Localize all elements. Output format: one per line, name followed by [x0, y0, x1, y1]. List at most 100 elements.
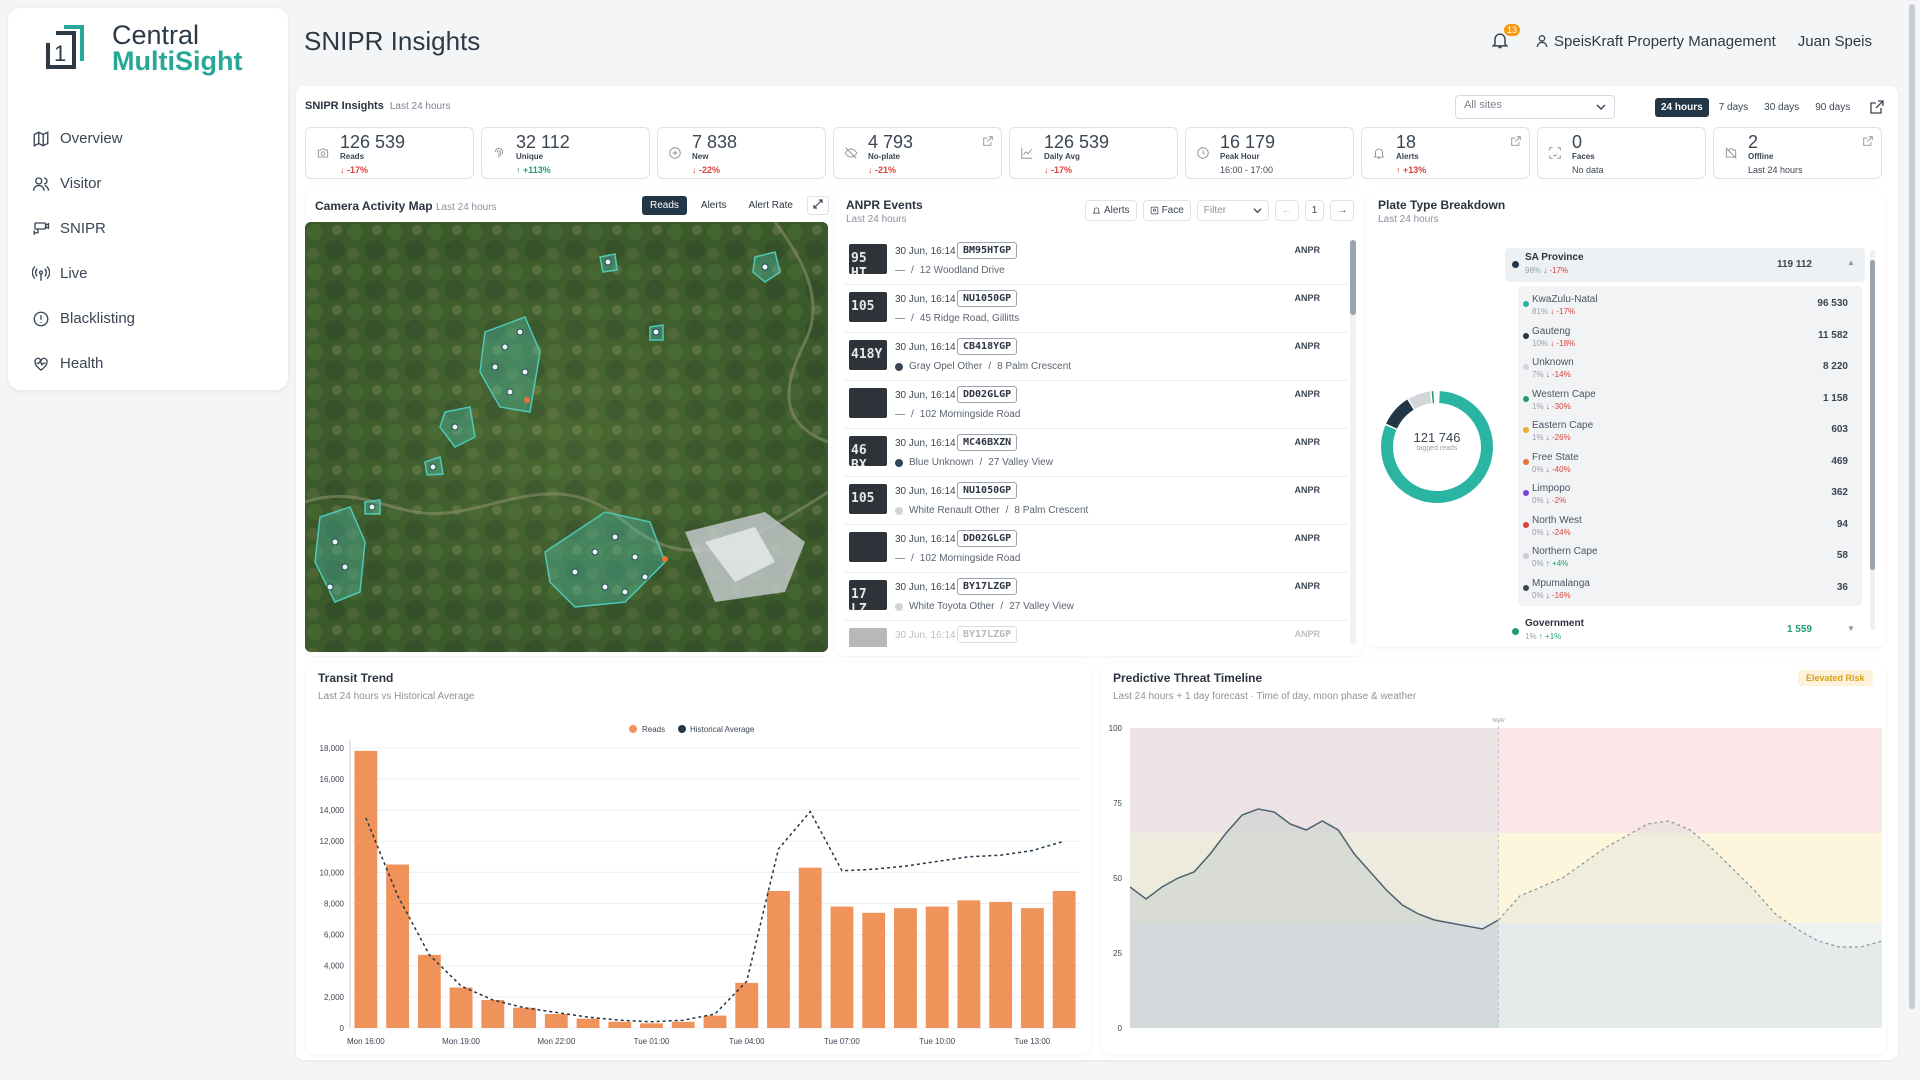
- anpr-event-row[interactable]: 418Y 30 Jun, 16:14 CB418YGP Gray Opel Other…: [843, 333, 1348, 381]
- next-page-button[interactable]: →: [1330, 200, 1355, 221]
- plate-scrollbar-thumb[interactable]: [1870, 260, 1875, 570]
- anpr-event-row[interactable]: 17 LZ 30 Jun, 16:14 BY17LZGP White Toyota O…: [843, 573, 1348, 621]
- external-link-icon[interactable]: [983, 136, 993, 146]
- reads-bar[interactable]: [481, 999, 505, 1028]
- reads-bar[interactable]: [449, 987, 473, 1028]
- kpi-card-offline[interactable]: 2 Offline Last 24 hours: [1713, 127, 1882, 179]
- range-90d[interactable]: 90 days: [1809, 98, 1856, 117]
- expand-icon[interactable]: ▼: [1847, 624, 1855, 633]
- insights-subtitle: Last 24 hours: [389, 101, 451, 112]
- page-scrollbar[interactable]: [1908, 0, 1916, 1080]
- reads-bar[interactable]: [544, 1013, 568, 1028]
- reads-bar[interactable]: [957, 900, 981, 1028]
- anpr-event-list[interactable]: 95 HT 30 Jun, 16:14 BM95HTGP —/12 Woodland …: [843, 237, 1348, 647]
- org-selector[interactable]: SpeisKraft Property Management: [1534, 33, 1776, 50]
- page-scrollbar-thumb[interactable]: [1909, 4, 1915, 1009]
- kpi-card-unique[interactable]: 32 112 Unique ↑ +113%: [481, 127, 650, 179]
- external-link-icon[interactable]: [1863, 136, 1873, 146]
- threat-title-text: Predictive Threat Timeline: [1113, 671, 1263, 685]
- user-name[interactable]: Juan Speis: [1798, 33, 1872, 50]
- sidebar-item-live[interactable]: Live: [24, 251, 274, 296]
- province-pct: 0% ↓ -16%: [1532, 591, 1571, 600]
- kpi-card-new[interactable]: 7 838 New ↓ -22%: [657, 127, 826, 179]
- kpi-card-daily-avg[interactable]: 126 539 Daily Avg ↓ -17%: [1009, 127, 1178, 179]
- reads-bar[interactable]: [830, 906, 854, 1028]
- reads-bar[interactable]: [1052, 891, 1076, 1028]
- thumbnail-text: 46 BX: [851, 443, 867, 466]
- tab-alerts[interactable]: Alerts: [693, 196, 735, 215]
- anpr-event-row[interactable]: 30 Jun, 16:14 BY17LZGP ANPR: [843, 621, 1348, 647]
- event-description: Blue Unknown / 27 Valley View: [895, 457, 1053, 468]
- range-30d[interactable]: 30 days: [1758, 98, 1805, 117]
- reads-bar[interactable]: [417, 954, 441, 1028]
- sidebar-item-blacklisting[interactable]: Blacklisting: [24, 296, 274, 341]
- site-select[interactable]: All sites: [1455, 95, 1615, 119]
- face-filter-button[interactable]: Face: [1142, 200, 1191, 221]
- reads-bar[interactable]: [798, 867, 822, 1028]
- plate-thumbnail[interactable]: [849, 388, 887, 418]
- plate-thumbnail[interactable]: 418Y: [849, 340, 887, 370]
- reads-bar[interactable]: [989, 901, 1013, 1028]
- sidebar-item-label: SNIPR: [60, 220, 106, 237]
- kpi-card-peak-hour[interactable]: 16 179 Peak Hour 16:00 - 17:00: [1185, 127, 1354, 179]
- tab-reads[interactable]: Reads: [642, 196, 687, 215]
- sidebar-item-overview[interactable]: Overview: [24, 116, 274, 161]
- filter-select[interactable]: Filter: [1196, 200, 1269, 221]
- prev-page-button[interactable]: ←: [1274, 200, 1299, 221]
- range-24h[interactable]: 24 hours: [1655, 98, 1709, 117]
- reads-bar[interactable]: [925, 906, 949, 1028]
- anpr-event-row[interactable]: 46 BX 30 Jun, 16:14 MC46BXZN Blue Unknown / 2…: [843, 429, 1348, 477]
- notifications-button[interactable]: 13: [1490, 24, 1520, 52]
- reads-bar[interactable]: [671, 1021, 695, 1028]
- reads-bar[interactable]: [513, 1007, 536, 1028]
- collapse-icon[interactable]: ▲: [1847, 258, 1855, 267]
- reads-bar[interactable]: [386, 864, 410, 1028]
- kpi-value: 7 838: [692, 132, 738, 152]
- satellite-map[interactable]: [305, 222, 828, 652]
- external-link-icon[interactable]: [1870, 100, 1884, 114]
- reads-bar[interactable]: [640, 1023, 663, 1028]
- plate-thumbnail[interactable]: 105: [849, 484, 887, 514]
- anpr-scrollbar-thumb[interactable]: [1350, 240, 1356, 315]
- province-change: ↓ -2%: [1545, 496, 1567, 505]
- sidebar-item-snipr[interactable]: SNIPR: [24, 206, 274, 251]
- kpi-card-reads[interactable]: 126 539 Reads ↓ -17%: [305, 127, 474, 179]
- tab-alert-rate[interactable]: Alert Rate: [740, 196, 800, 215]
- map-expand-button[interactable]: [806, 196, 829, 215]
- anpr-scrollbar[interactable]: [1350, 240, 1356, 645]
- reads-bar[interactable]: [354, 750, 378, 1028]
- plate-thumbnail[interactable]: [849, 532, 887, 562]
- external-link-icon[interactable]: [1511, 136, 1521, 146]
- reads-bar[interactable]: [1020, 908, 1044, 1028]
- alerts-filter-button[interactable]: Alerts: [1085, 200, 1137, 221]
- reads-bar[interactable]: [862, 912, 886, 1028]
- kpi-card-alerts[interactable]: 18 Alerts ↑ +13%: [1361, 127, 1530, 179]
- kpi-label: Offline: [1748, 152, 1774, 161]
- plate-thumbnail[interactable]: 105: [849, 292, 887, 322]
- reads-bar[interactable]: [894, 908, 917, 1028]
- kpi-card-no-plate[interactable]: 4 793 No-plate ↓ -21%: [833, 127, 1002, 179]
- event-type-badge: ANPR: [1294, 341, 1320, 351]
- brand-logo[interactable]: 1 Central MultiSight: [42, 22, 242, 75]
- plate-thumbnail[interactable]: 46 BX: [849, 436, 887, 466]
- range-7d[interactable]: 7 days: [1713, 98, 1754, 117]
- kpi-card-faces[interactable]: 0 Faces No data: [1537, 127, 1706, 179]
- reads-bar[interactable]: [703, 1015, 727, 1028]
- anpr-event-row[interactable]: 105 30 Jun, 16:14 NU1050GP White Renault Ot…: [843, 477, 1348, 525]
- plate-thumbnail[interactable]: 17 LZ: [849, 580, 887, 610]
- anpr-event-row[interactable]: 30 Jun, 16:14 DD02GLGP — / 102 Morningside R…: [843, 381, 1348, 429]
- reads-bar[interactable]: [576, 1018, 600, 1028]
- separator: /: [911, 265, 914, 276]
- reads-bar[interactable]: [608, 1021, 632, 1028]
- reads-bar[interactable]: [767, 891, 790, 1028]
- anpr-event-row[interactable]: 95 HT 30 Jun, 16:14 BM95HTGP — / 12 Woodland …: [843, 237, 1348, 285]
- province-pct: 0% ↓ -24%: [1532, 528, 1571, 537]
- sidebar-item-visitor[interactable]: Visitor: [24, 161, 274, 206]
- plate-scrollbar[interactable]: [1870, 250, 1875, 630]
- plate-thumbnail[interactable]: 95 HT: [849, 244, 887, 274]
- sidebar-item-health[interactable]: Health: [24, 341, 274, 386]
- anpr-event-row[interactable]: 30 Jun, 16:14 DD02GLGP — / 102 Morningside R…: [843, 525, 1348, 573]
- anpr-event-row[interactable]: 105 30 Jun, 16:14 NU1050GP — / 45 Ridge Road,…: [843, 285, 1348, 333]
- sidebar-item-label: Overview: [60, 130, 123, 147]
- plate-thumbnail[interactable]: [849, 628, 887, 647]
